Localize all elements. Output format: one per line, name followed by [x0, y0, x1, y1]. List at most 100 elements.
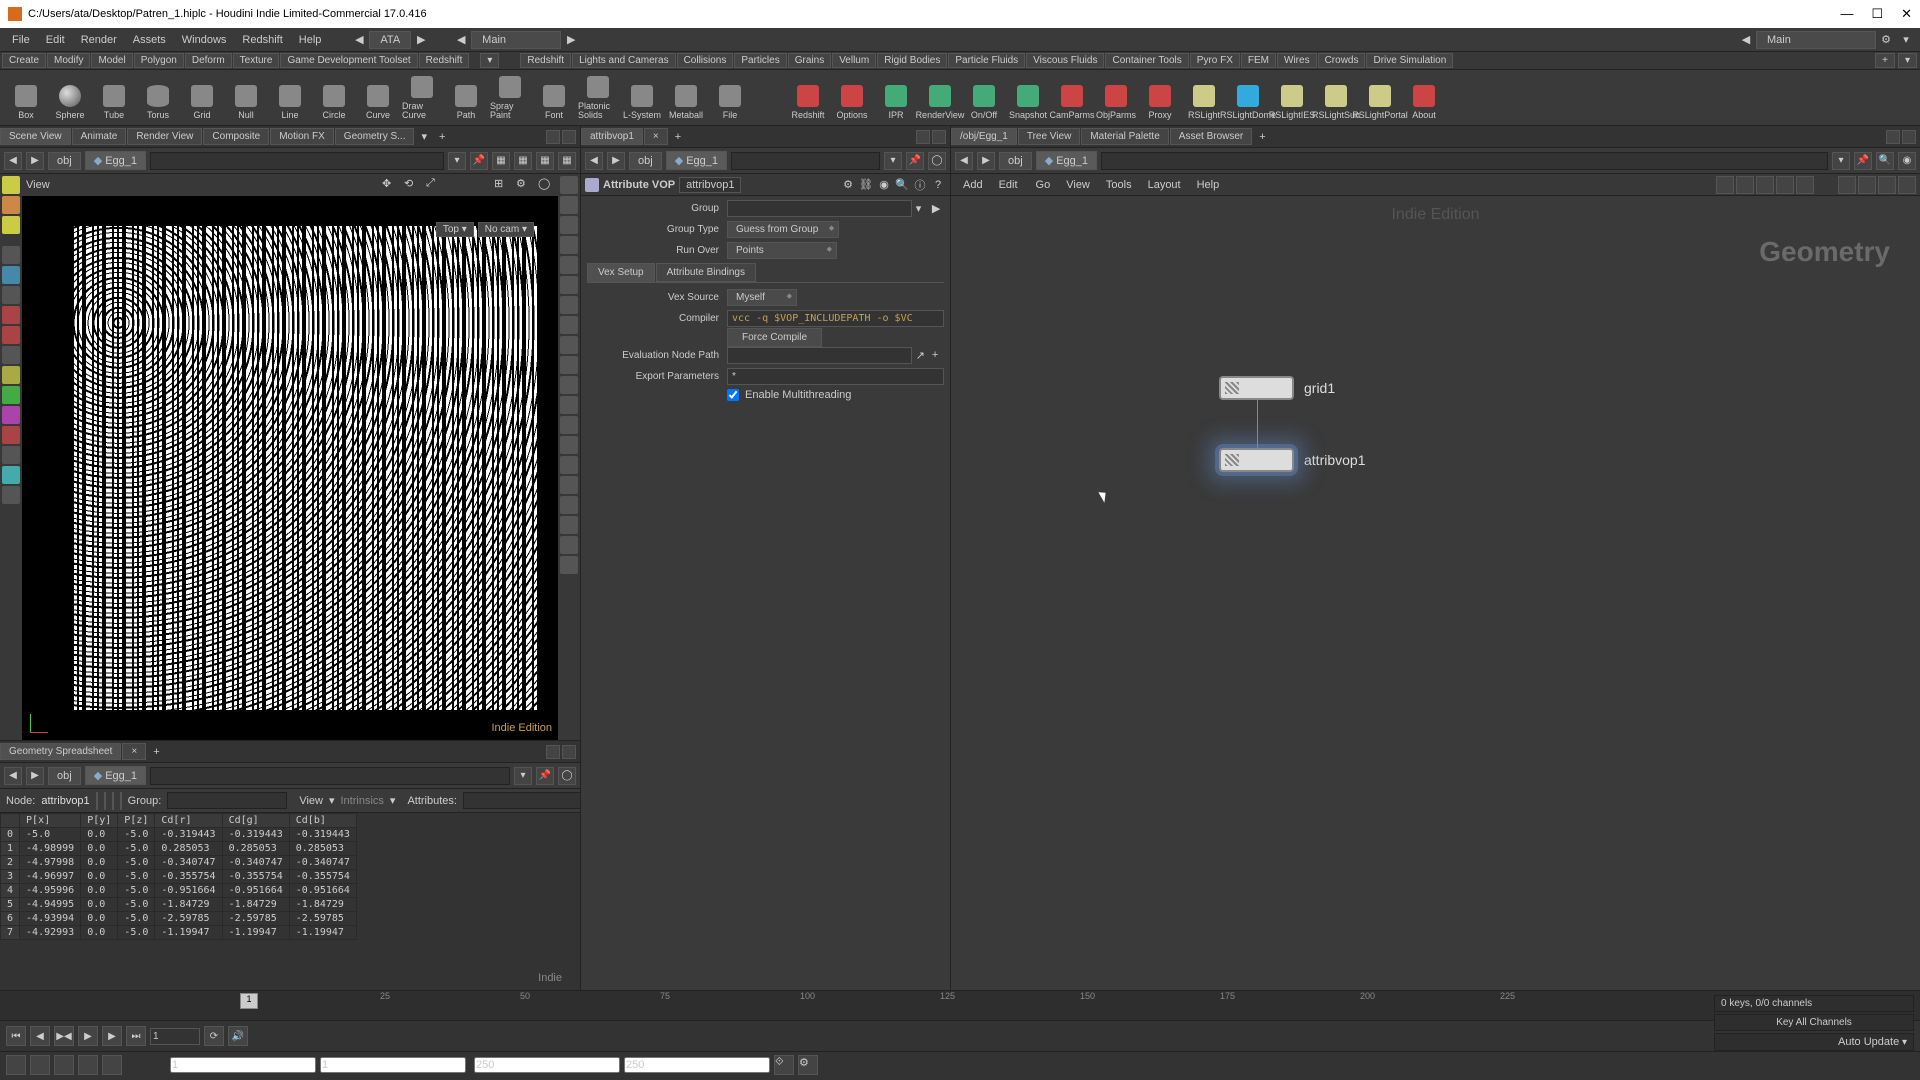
sel-tool2[interactable] — [2, 196, 20, 214]
shelf-tab[interactable]: Rigid Bodies — [877, 53, 947, 68]
tool-renderview[interactable]: RenderView — [920, 74, 960, 122]
disp-l[interactable] — [560, 396, 578, 414]
desktop-prev[interactable]: ◀ — [453, 33, 469, 46]
shelf-tab[interactable]: FEM — [1241, 53, 1276, 68]
tool-grn[interactable] — [2, 386, 20, 404]
viewport-canvas[interactable]: Top ▾ No cam ▾ Indie Edition — [22, 196, 558, 740]
tool-sphere[interactable]: Sphere — [50, 74, 90, 122]
scene-tab[interactable]: Scene View — [0, 128, 71, 145]
current-frame-input[interactable] — [150, 1028, 200, 1045]
parm-pane-a[interactable] — [916, 130, 930, 144]
eval-path-add[interactable]: + — [930, 347, 944, 364]
spread-fwd[interactable]: ▶ — [26, 767, 44, 785]
tool-camparms[interactable]: CamParms — [1052, 74, 1092, 122]
desktop2-menu-drop[interactable]: ▾ — [1898, 33, 1914, 46]
group-select-btn[interactable]: ▶ — [930, 200, 944, 217]
shelf-tab[interactable]: Viscous Fluids — [1026, 53, 1104, 68]
node-attribvop1[interactable]: attribvop1 — [1219, 448, 1365, 472]
attribute-bindings-tab[interactable]: Attribute Bindings — [656, 263, 756, 282]
tool-cyan[interactable] — [2, 466, 20, 484]
table-row[interactable]: 3-4.969970.0-5.0-0.355754-0.355754-0.355… — [1, 870, 357, 884]
col-header[interactable]: Cd[r] — [155, 814, 222, 828]
disp-j[interactable] — [560, 356, 578, 374]
tool-null[interactable]: Null — [226, 74, 266, 122]
desktop-next[interactable]: ▶ — [563, 33, 579, 46]
spread-pane-a[interactable] — [546, 745, 560, 759]
vp-snap[interactable]: ⊞ — [494, 177, 510, 193]
pane-btn1[interactable] — [546, 130, 560, 144]
net-tool-c[interactable] — [1756, 176, 1774, 194]
path-obj[interactable]: obj — [48, 152, 81, 170]
shelf-tab[interactable]: Drive Simulation — [1366, 53, 1453, 68]
scene-tab[interactable]: Render View — [127, 128, 202, 145]
net-tab[interactable]: /obj/Egg_1 — [951, 128, 1017, 145]
shelf-tab[interactable]: Particle Fluids — [948, 53, 1025, 68]
spread-group-input[interactable] — [167, 792, 287, 809]
desktop2-settings[interactable]: ⚙ — [1878, 33, 1894, 46]
camera-nocam[interactable]: No cam ▾ — [478, 222, 534, 237]
tool-tube[interactable]: Tube — [94, 74, 134, 122]
tool-platonic-solids[interactable]: Platonic Solids — [578, 74, 618, 122]
shelf-tab[interactable]: Wires — [1277, 53, 1317, 68]
disp-n[interactable] — [560, 436, 578, 454]
net-link[interactable]: ◉ — [1898, 152, 1916, 170]
menu-help[interactable]: Help — [291, 34, 330, 46]
scene-tab-add[interactable]: + — [433, 129, 451, 145]
key-all-channels-button[interactable]: Key All Channels — [1714, 1014, 1914, 1031]
tool-curve[interactable]: Curve — [358, 74, 398, 122]
vp-tool-b[interactable]: ⟲ — [404, 177, 420, 193]
spread-pin[interactable]: 📌 — [536, 767, 554, 785]
vp-tool-a[interactable]: ✥ — [382, 177, 398, 193]
parm-back[interactable]: ◀ — [585, 152, 603, 170]
parm-path-geo[interactable]: ◆ Egg_1 — [666, 151, 727, 170]
range-start2-input[interactable] — [320, 1057, 466, 1073]
table-row[interactable]: 5-4.949950.0-5.0-1.84729-1.84729-1.84729 — [1, 898, 357, 912]
spread-path-geo[interactable]: ◆ Egg_1 — [85, 766, 146, 785]
force-compile-button[interactable]: Force Compile — [727, 328, 822, 347]
tool-rslighties[interactable]: RSLightIES — [1272, 74, 1312, 122]
tl-link[interactable]: ⟐ — [774, 1055, 794, 1075]
menu-file[interactable]: File — [4, 34, 38, 46]
shelf-tab[interactable]: Create — [2, 53, 46, 68]
node-name-field[interactable]: attribvop1 — [679, 177, 741, 193]
net-path-obj[interactable]: obj — [999, 152, 1032, 170]
parm-link[interactable]: ◯ — [928, 152, 946, 170]
step-fwd-button[interactable]: ▶ — [102, 1026, 122, 1046]
tool-grey2[interactable] — [2, 446, 20, 464]
disp-e[interactable] — [560, 256, 578, 274]
spread-attrs-input[interactable] — [463, 792, 583, 809]
display-opts-c[interactable]: ▦ — [536, 152, 554, 170]
disp-b[interactable] — [560, 196, 578, 214]
table-row[interactable]: 7-4.929930.0-5.0-1.19947-1.19947-1.19947 — [1, 926, 357, 940]
tool-rslightsun[interactable]: RSLightSun — [1316, 74, 1356, 122]
parm-chain-icon[interactable]: ⛓ — [858, 177, 874, 193]
disp-c[interactable] — [560, 216, 578, 234]
shelf-tab[interactable]: Particles — [734, 53, 786, 68]
path-geo[interactable]: ◆ Egg_1 — [85, 151, 146, 170]
last-frame-button[interactable]: ⏭ — [126, 1026, 146, 1046]
display-opts-b[interactable]: ▦ — [514, 152, 532, 170]
desktop-menu[interactable]: Main — [471, 31, 561, 49]
parm-tab-x[interactable]: × — [644, 128, 668, 145]
scene-tab[interactable]: Geometry S... — [335, 128, 415, 145]
net-tool-g[interactable] — [1858, 176, 1876, 194]
net-fwd[interactable]: ▶ — [977, 152, 995, 170]
display-opts-a[interactable]: ▦ — [492, 152, 510, 170]
tl-gear[interactable]: ⚙ — [798, 1055, 818, 1075]
parm-gear-icon[interactable]: ⚙ — [840, 177, 856, 193]
shelf-tab[interactable]: Pyro FX — [1190, 53, 1240, 68]
netmenu-layout[interactable]: Layout — [1140, 179, 1189, 191]
col-header[interactable]: Cd[b] — [289, 814, 356, 828]
network-view[interactable]: Indie Edition Geometry grid1 attribvop1 — [951, 196, 1920, 990]
table-row[interactable]: 0-5.00.0-5.0-0.319443-0.319443-0.319443 — [1, 828, 357, 842]
tool-line[interactable]: Line — [270, 74, 310, 122]
tool-font[interactable]: Font — [534, 74, 574, 122]
vp-opt[interactable]: ⚙ — [516, 177, 532, 193]
net-tool-f[interactable] — [1838, 176, 1856, 194]
net-search-icon[interactable]: 🔍 — [1876, 152, 1894, 170]
node-grid1[interactable]: grid1 — [1219, 376, 1335, 400]
desktop2-menu[interactable]: Main — [1756, 31, 1876, 49]
tl-opt-d[interactable] — [78, 1055, 98, 1075]
net-pane-a[interactable] — [1886, 130, 1900, 144]
disp-q[interactable] — [560, 496, 578, 514]
